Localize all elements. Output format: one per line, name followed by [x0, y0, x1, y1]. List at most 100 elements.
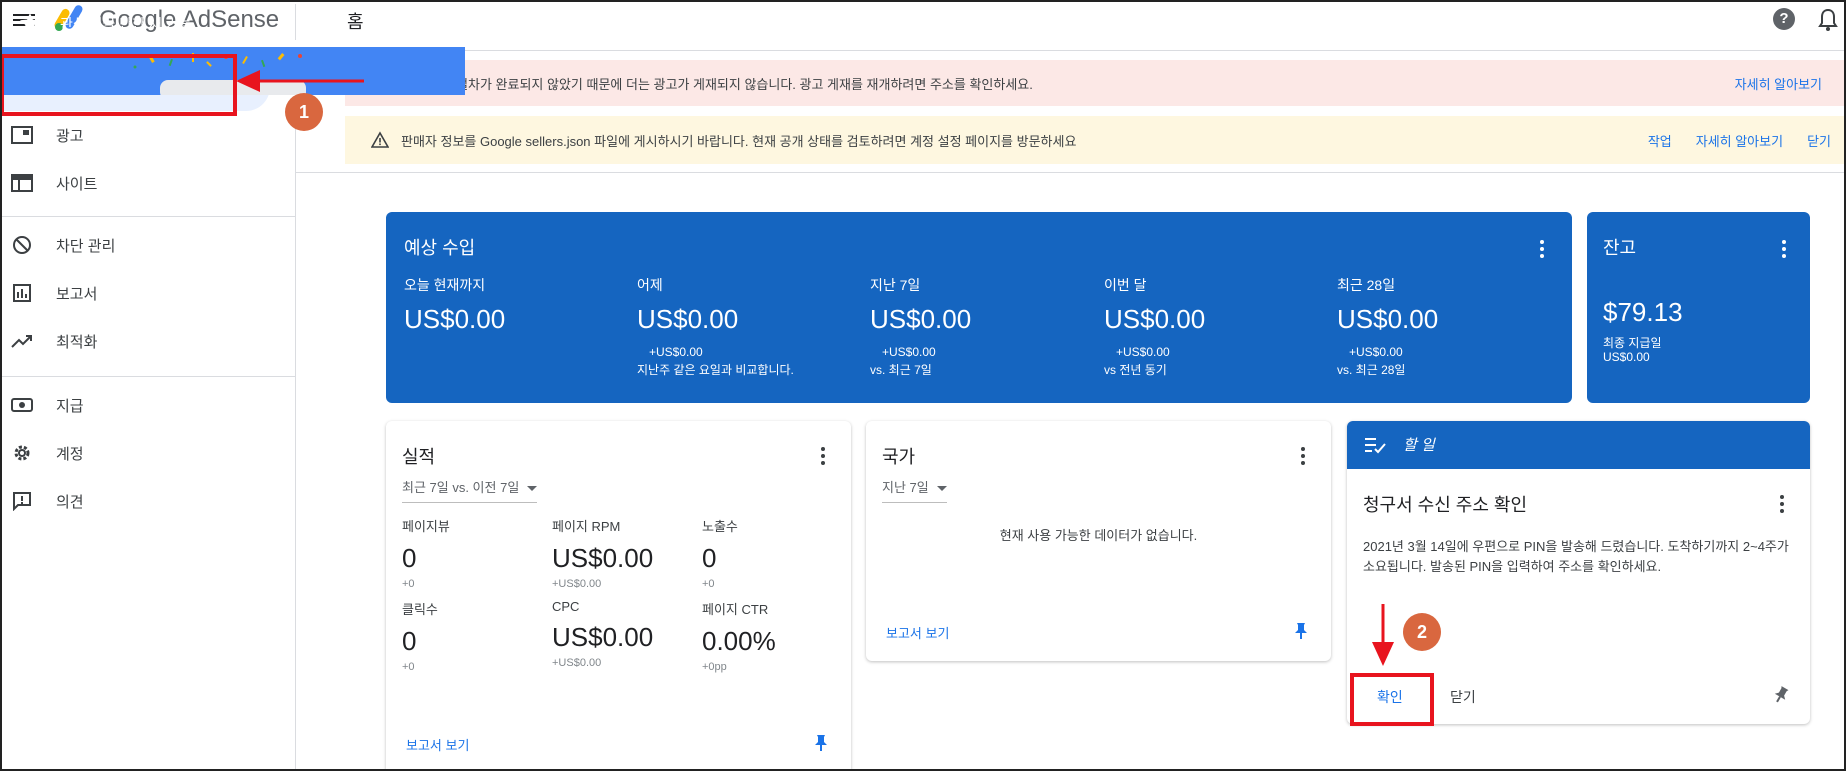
- task-title: 청구서 수신 주소 확인: [1363, 495, 1528, 515]
- learn-more-link[interactable]: 자세히 알아보기: [1696, 131, 1783, 150]
- close-button[interactable]: 닫기: [1450, 687, 1476, 707]
- header-divider: [295, 4, 296, 40]
- metric-delta: +0: [402, 661, 415, 673]
- balance-card: 잔고 $79.13 최종 지급일 US$0.00: [1587, 212, 1810, 403]
- metric-delta: +US$0.00: [1349, 345, 1403, 359]
- page-title: 홈: [347, 12, 364, 32]
- metric-page-rpm: 페이지 RPM US$0.00 +US$0.00: [552, 516, 692, 590]
- pin-icon[interactable]: [1293, 622, 1309, 640]
- sidebar-item-feedback[interactable]: 의견: [0, 477, 270, 525]
- top-app-bar: Google AdSense 홈 ?: [0, 0, 1846, 51]
- sidebar-divider: [0, 376, 296, 377]
- metric-label: 이번 달: [1104, 277, 1147, 293]
- task-description: 2021년 3월 14일에 우편으로 PIN을 발송해 드렸습니다. 도착하기까…: [1363, 539, 1789, 574]
- metric-label: 페이지 CTR: [702, 602, 769, 617]
- metric-delta: +0: [702, 578, 715, 590]
- gear-icon: [10, 441, 34, 465]
- country-card: 국가 지난 7일 현재 사용 가능한 데이터가 없습니다. 보고서 보기: [866, 421, 1331, 661]
- optimization-icon: [10, 329, 34, 353]
- metric-label: 페이지 RPM: [552, 519, 621, 534]
- metric-value: US$0.00: [404, 304, 506, 334]
- more-options-icon[interactable]: [1540, 240, 1544, 258]
- sidebar-item-account[interactable]: 계정: [0, 429, 270, 477]
- annotation-highlight-home: [0, 54, 237, 116]
- reports-icon: [10, 281, 34, 305]
- action-link[interactable]: 작업: [1648, 131, 1672, 150]
- sidebar-item-ads[interactable]: 광고: [0, 111, 270, 159]
- sidebar-divider: [0, 216, 296, 217]
- warning-icon: [371, 131, 389, 148]
- sidebar-item-payments[interactable]: 지급: [0, 381, 270, 429]
- card-title: 실적: [402, 447, 436, 467]
- alerts-divider: [296, 172, 1846, 173]
- chevron-down-icon: [527, 486, 538, 492]
- sidebar-item-label: 보고서: [56, 285, 98, 303]
- metric-value: US$0.00: [1337, 304, 1439, 334]
- card-title: 관심 있을 만한 새 기능: [60, 16, 192, 32]
- dropdown-value: 지난 7일: [882, 480, 929, 495]
- payments-icon: [10, 393, 34, 417]
- more-options-icon[interactable]: [821, 447, 825, 465]
- empty-state-text: 현재 사용 가능한 데이터가 없습니다.: [999, 528, 1198, 543]
- sidebar-item-label: 계정: [56, 445, 84, 463]
- metric-value: 0: [402, 626, 417, 656]
- metric-delta: +0: [402, 578, 415, 590]
- metric-value: US$0.00: [637, 304, 739, 334]
- metric-label: 최근 28일: [1337, 277, 1396, 293]
- dismiss-link[interactable]: 닫기: [1807, 131, 1831, 150]
- sidebar-item-label: 최적화: [56, 333, 98, 351]
- notifications-bell-icon[interactable]: [1818, 8, 1838, 32]
- metric-comparison: vs 전년 동기: [1104, 363, 1167, 377]
- metric-value: 0.00%: [702, 626, 776, 656]
- card-title: 잔고: [1603, 238, 1637, 258]
- sidebar-item-sites[interactable]: 사이트: [0, 159, 270, 207]
- sidebar-item-label: 의견: [56, 493, 84, 511]
- metric-delta: +US$0.00: [552, 578, 602, 590]
- more-options-icon[interactable]: [1782, 240, 1786, 258]
- metric-label: CPC: [552, 599, 580, 614]
- metric-impressions: 노출수 0 +0: [702, 516, 842, 590]
- learn-more-link[interactable]: 자세히 알아보기: [1735, 74, 1822, 93]
- todo-header-label: 할 일: [1403, 437, 1435, 454]
- more-options-icon[interactable]: [1780, 495, 1784, 513]
- sellers-json-alert: 판매자 정보를 Google sellers.json 파일에 게시하시기 바랍…: [345, 116, 1846, 164]
- balance-value: $79.13: [1603, 297, 1683, 327]
- metric-value: 0: [702, 543, 717, 573]
- sidebar-item-label: 사이트: [56, 175, 98, 193]
- metric-delta: +US$0.00: [649, 345, 703, 359]
- view-report-link[interactable]: 보고서 보기: [886, 623, 949, 642]
- annotation-badge-1: 1: [285, 93, 323, 131]
- chevron-down-icon: [936, 486, 947, 492]
- earnings-this-month: 이번 달 US$0.00 +US$0.00 vs 전년 동기: [1104, 275, 1334, 378]
- checklist-icon: [1365, 438, 1386, 454]
- pin-icon[interactable]: [813, 734, 829, 752]
- view-report-link[interactable]: 보고서 보기: [406, 735, 469, 754]
- sidebar-item-optimization[interactable]: 최적화: [0, 317, 270, 365]
- metric-label: 오늘 현재까지: [404, 277, 486, 293]
- sidebar-item-blocking-controls[interactable]: 차단 관리: [0, 221, 270, 269]
- date-range-dropdown[interactable]: 최근 7일 vs. 이전 7일: [402, 477, 538, 503]
- help-icon[interactable]: ?: [1773, 8, 1795, 30]
- todo-header: 할 일: [1347, 421, 1810, 469]
- metric-value: US$0.00: [552, 622, 654, 652]
- star-icon: [20, 13, 40, 32]
- pin-icon[interactable]: [1773, 686, 1789, 704]
- sidebar-item-label: 광고: [56, 127, 84, 145]
- metric-label: 페이지뷰: [402, 519, 450, 534]
- card-title: 국가: [882, 447, 916, 467]
- metric-page-ctr: 페이지 CTR 0.00% +0pp: [702, 599, 842, 673]
- metric-comparison: vs. 최근 28일: [1337, 363, 1406, 377]
- more-options-icon[interactable]: [1301, 447, 1305, 465]
- alert-text: 판매자 정보를 Google sellers.json 파일에 게시하시기 바랍…: [401, 133, 1077, 149]
- earnings-last-7-days: 지난 7일 US$0.00 +US$0.00 vs. 최근 7일: [870, 275, 1100, 378]
- sidebar-item-label: 지급: [56, 397, 84, 415]
- ads-icon: [10, 123, 34, 147]
- metric-delta: +US$0.00: [552, 657, 602, 669]
- date-range-dropdown[interactable]: 지난 7일: [882, 477, 947, 503]
- feedback-icon: [10, 489, 34, 513]
- sidebar-item-reports[interactable]: 보고서: [0, 269, 270, 317]
- metric-comparison: 지난주 같은 요일과 비교합니다.: [637, 363, 794, 377]
- earnings-yesterday: 어제 US$0.00 +US$0.00 지난주 같은 요일과 비교합니다.: [637, 275, 867, 378]
- card-title: 예상 수입: [404, 238, 476, 258]
- metric-comparison: vs. 최근 7일: [870, 363, 932, 377]
